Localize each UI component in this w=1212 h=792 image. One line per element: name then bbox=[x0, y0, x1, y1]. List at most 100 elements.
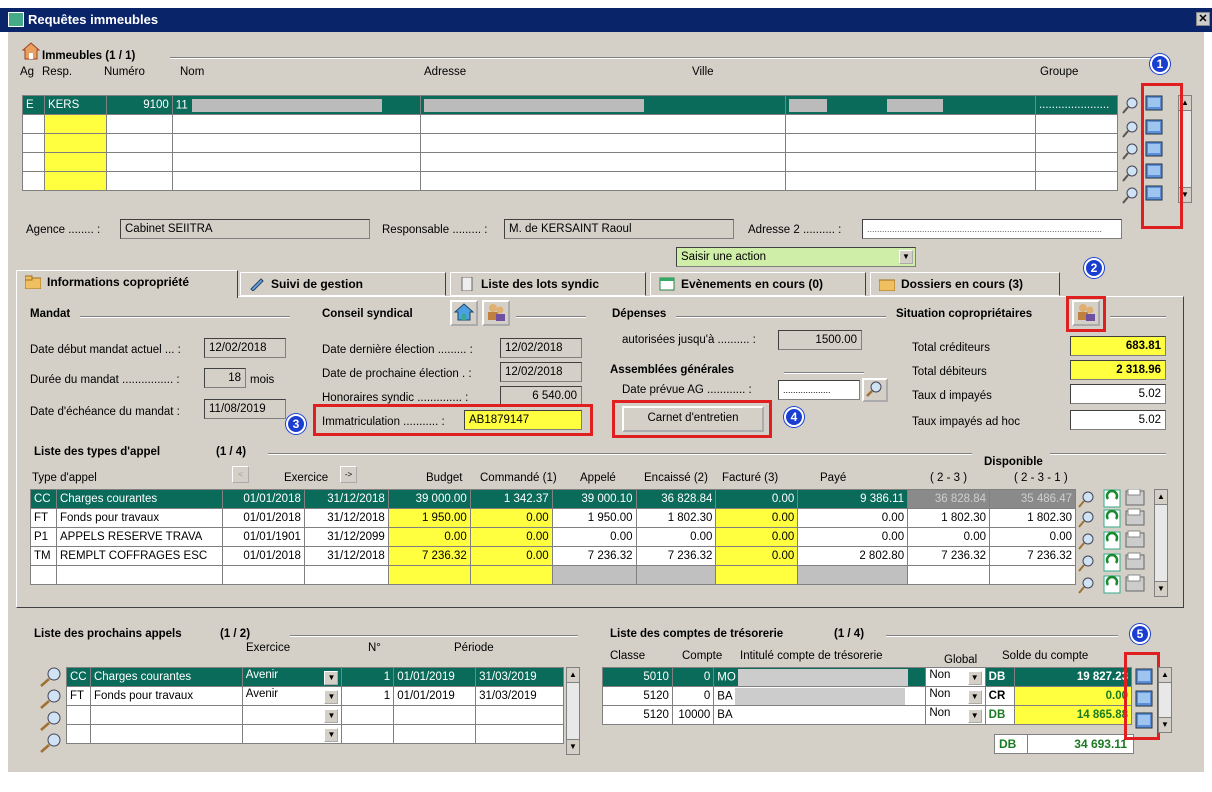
table-row[interactable]: ▼ bbox=[66, 705, 564, 725]
col-nom: Nom bbox=[180, 66, 205, 78]
col-dispo-231: ( 2 - 3 - 1 ) bbox=[1014, 472, 1068, 484]
marker-5: 5 bbox=[1130, 624, 1150, 644]
chevron-down-icon[interactable]: ▼ bbox=[967, 709, 982, 723]
marker-1: 1 bbox=[1150, 54, 1170, 74]
scroll-down-button[interactable]: ▼ bbox=[1158, 717, 1172, 733]
action-select[interactable]: Saisir une action ▼ bbox=[676, 247, 916, 267]
col-prochains-exercice: Exercice bbox=[246, 642, 291, 654]
responsable-label: Responsable ......... : bbox=[382, 224, 488, 236]
table-row[interactable]: CC Charges courantes Avenir ▼ 1 01/01/2019 3… bbox=[66, 667, 564, 687]
col-paye: Payé bbox=[820, 472, 847, 484]
table-row[interactable]: 5120 0 BA Non ▼ CR 0.00 bbox=[602, 686, 1132, 706]
ag-title: Assemblées générales bbox=[610, 364, 735, 376]
table-row[interactable] bbox=[22, 133, 1119, 153]
table-row[interactable]: ▼ bbox=[66, 724, 564, 744]
chevron-down-icon[interactable]: ▼ bbox=[324, 690, 339, 704]
table-row[interactable]: E KERS 9100 11 ...................... bbox=[22, 95, 1119, 115]
debiteurs-field: 2 318.96 bbox=[1070, 360, 1166, 380]
table-row[interactable]: FT Fonds pour travaux 01/01/2018 31/12/2018… bbox=[30, 508, 1076, 528]
tresorerie-total: DB 34 693.11 bbox=[994, 734, 1134, 754]
scroll-up-button[interactable]: ▲ bbox=[1158, 667, 1172, 683]
col-classe: Classe bbox=[610, 650, 646, 662]
crediteurs-label: Total créditeurs bbox=[912, 342, 990, 354]
people-button[interactable] bbox=[482, 300, 510, 326]
table-row[interactable] bbox=[22, 114, 1119, 134]
col-groupe: Groupe bbox=[1040, 66, 1079, 78]
appels-count: (1 / 4) bbox=[216, 446, 247, 458]
home-button[interactable] bbox=[450, 300, 478, 326]
tab-suivi[interactable]: Suivi de gestion bbox=[240, 272, 446, 296]
app-icon bbox=[8, 12, 24, 27]
duree-field: 18 bbox=[204, 368, 246, 388]
next-exercice-button[interactable]: -> bbox=[340, 466, 357, 483]
col-dispo-23: ( 2 - 3 ) bbox=[930, 472, 968, 484]
bottom-margin bbox=[0, 772, 1212, 792]
immeubles-title: Immeubles (1 / 1) bbox=[42, 50, 136, 62]
tab-lots[interactable]: Liste des lots syndic bbox=[450, 272, 646, 296]
table-row[interactable]: P1 APPELS RESERVE TRAVA 01/01/1901 31/12/20… bbox=[30, 527, 1076, 547]
tab-informations[interactable]: Informations copropriété bbox=[16, 270, 238, 298]
autorisees-field: 1500.00 bbox=[778, 330, 862, 350]
impayes-field: 5.02 bbox=[1070, 384, 1166, 404]
table-row[interactable] bbox=[30, 565, 1076, 585]
table-row[interactable]: 5010 0 MO Non ▼ DB 19 827.23 bbox=[602, 667, 1132, 687]
calendar-icon bbox=[659, 277, 675, 291]
scroll-up-button[interactable]: ▲ bbox=[1154, 489, 1168, 505]
appels-title: Liste des types d'appel bbox=[34, 446, 161, 458]
prochains-title: Liste des prochains appels bbox=[34, 628, 182, 640]
impayes-label: Taux d impayés bbox=[912, 390, 992, 402]
honoraires-field: 6 540.00 bbox=[500, 386, 582, 406]
table-row[interactable]: 5120 10000 BA Non ▼ DB 14 865.88 bbox=[602, 705, 1132, 725]
chevron-down-icon[interactable]: ▼ bbox=[967, 671, 982, 685]
duree-label: Durée du mandat ................ : bbox=[30, 374, 180, 386]
cell-nom[interactable]: 11 bbox=[171, 95, 421, 115]
highlight-4 bbox=[612, 400, 772, 438]
col-intitule: Intitulé compte de trésorerie bbox=[740, 650, 883, 662]
table-row[interactable] bbox=[22, 152, 1119, 172]
highlight-5 bbox=[1124, 652, 1160, 740]
prochains-table[interactable]: CC Charges courantes Avenir ▼ 1 01/01/2019 3… bbox=[66, 667, 564, 744]
scroll-down-button[interactable]: ▼ bbox=[566, 739, 580, 755]
responsable-field: M. de KERSAINT Raoul bbox=[504, 219, 734, 239]
table-row[interactable]: TM REMPLT COFFRAGES ESC 01/01/2018 31/12/20… bbox=[30, 546, 1076, 566]
appels-table[interactable]: CC Charges courantes 01/01/2018 31/12/2018 3… bbox=[30, 489, 1076, 585]
prev-exercice-button[interactable]: < bbox=[232, 466, 249, 483]
cell-ag[interactable]: E bbox=[22, 95, 45, 115]
scroll-down-button[interactable]: ▼ bbox=[1154, 581, 1168, 597]
tab-evenements[interactable]: Evènements en cours (0) bbox=[650, 272, 866, 296]
col-commande: Commandé (1) bbox=[480, 472, 557, 484]
tresorerie-table[interactable]: 5010 0 MO Non ▼ DB 19 827.23 5120 0 BA Non ▼… bbox=[602, 667, 1132, 725]
people-icon bbox=[488, 304, 505, 321]
col-exercice: Exercice bbox=[284, 472, 329, 484]
table-row[interactable]: CC Charges courantes 01/01/2018 31/12/2018 3… bbox=[30, 489, 1076, 509]
chevron-down-icon[interactable]: ▼ bbox=[967, 690, 982, 704]
folder-icon bbox=[25, 275, 41, 289]
adresse2-field[interactable]: ........................................… bbox=[862, 219, 1122, 239]
table-row[interactable] bbox=[22, 171, 1119, 191]
table-row[interactable]: FT Fonds pour travaux Avenir ▼ 1 01/01/2019… bbox=[66, 686, 564, 706]
cell-groupe[interactable]: ...................... bbox=[1034, 95, 1119, 115]
ag-search-button[interactable] bbox=[862, 378, 888, 402]
cell-numero[interactable]: 9100 bbox=[105, 95, 173, 115]
impayes-ah-label: Taux impayés ad hoc bbox=[912, 416, 1021, 428]
col-appele: Appelé bbox=[580, 472, 616, 484]
derniere-label: Date dernière élection ......... : bbox=[322, 344, 473, 356]
close-button[interactable]: ✕ bbox=[1196, 12, 1210, 26]
col-resp: Resp. bbox=[42, 66, 73, 78]
immeubles-table[interactable]: E KERS 9100 11 ...................... bbox=[22, 95, 1119, 191]
scroll-up-button[interactable]: ▲ bbox=[566, 667, 580, 683]
cell-ville[interactable] bbox=[785, 95, 1036, 115]
tab-dossiers[interactable]: Dossiers en cours (3) bbox=[870, 272, 1060, 296]
chevron-down-icon[interactable]: ▼ bbox=[324, 671, 339, 685]
cell-resp[interactable]: KERS bbox=[43, 95, 107, 115]
prochaine-field: 12/02/2018 bbox=[500, 362, 582, 382]
marker-2: 2 bbox=[1084, 258, 1104, 278]
cell-adresse[interactable] bbox=[419, 95, 787, 115]
chevron-down-icon[interactable]: ▼ bbox=[324, 709, 339, 723]
chevron-down-icon[interactable]: ▼ bbox=[899, 250, 913, 264]
chevron-down-icon[interactable]: ▼ bbox=[324, 728, 339, 742]
title-bar: Requêtes immeubles ✕ bbox=[0, 8, 1212, 32]
debut-field: 12/02/2018 bbox=[204, 338, 286, 358]
col-encaisse: Encaissé (2) bbox=[644, 472, 708, 484]
ag-date-field[interactable]: ................... bbox=[778, 380, 860, 400]
